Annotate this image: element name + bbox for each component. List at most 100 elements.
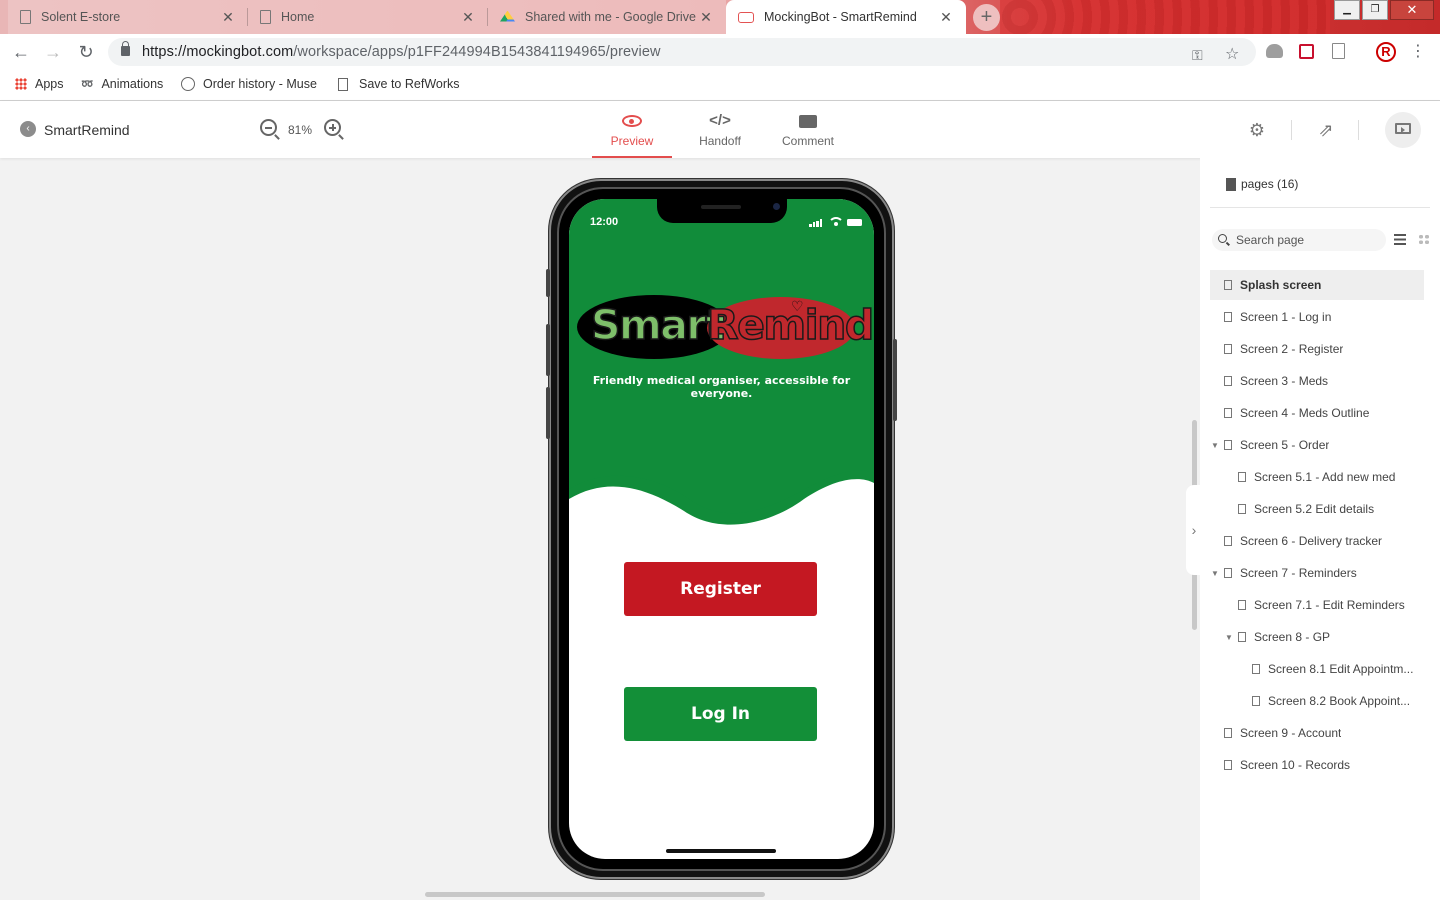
bookmarks-bar: Apps ➿ Animations Order history - Muse S… bbox=[0, 70, 1440, 101]
new-tab-button[interactable]: + bbox=[973, 4, 1000, 31]
tab-home[interactable]: Home ✕ bbox=[248, 0, 488, 34]
list-view-icon[interactable] bbox=[1394, 234, 1406, 245]
search-input[interactable] bbox=[1236, 231, 1381, 249]
speaker-grille bbox=[701, 205, 741, 209]
close-icon[interactable]: ✕ bbox=[460, 9, 476, 26]
tab-google-drive[interactable]: Shared with me - Google Drive ✕ bbox=[488, 0, 726, 34]
caret-down-icon[interactable]: ▼ bbox=[1224, 633, 1234, 642]
page-label: Screen 1 - Log in bbox=[1240, 310, 1332, 324]
page-list-item[interactable]: Screen 4 - Meds Outline bbox=[1210, 398, 1424, 428]
page-doc-icon bbox=[1238, 632, 1246, 642]
page-list-item[interactable]: Screen 6 - Delivery tracker bbox=[1210, 526, 1424, 556]
tab-preview[interactable]: Preview bbox=[592, 101, 672, 158]
signal-icon bbox=[809, 219, 822, 227]
page-list-item[interactable]: Screen 3 - Meds bbox=[1210, 366, 1424, 396]
zoom-in-icon[interactable] bbox=[324, 119, 341, 136]
wave-divider bbox=[569, 469, 874, 549]
back-arrow-icon[interactable]: ← bbox=[10, 41, 32, 63]
page-extension-icon[interactable] bbox=[1332, 43, 1345, 59]
register-button[interactable]: Register bbox=[624, 562, 817, 616]
close-icon[interactable]: ✕ bbox=[698, 9, 714, 26]
bookmark-apps[interactable]: Apps bbox=[15, 77, 64, 91]
muse-icon bbox=[181, 77, 195, 91]
volume-up-button bbox=[546, 324, 550, 376]
phone-frame: 12:00 Smart Remind ♡ Friendly medical or… bbox=[546, 179, 897, 879]
back-chevron-icon[interactable]: ‹ bbox=[20, 121, 36, 137]
grid-view-icon[interactable] bbox=[1418, 234, 1430, 245]
status-time: 12:00 bbox=[590, 216, 619, 228]
page-doc-icon bbox=[1224, 376, 1232, 386]
profile-avatar[interactable]: R bbox=[1376, 42, 1396, 62]
horizontal-scrollbar[interactable] bbox=[425, 892, 765, 897]
tab-solent-estore[interactable]: Solent E-store ✕ bbox=[8, 0, 248, 34]
window-close-button[interactable]: ✕ bbox=[1390, 0, 1434, 20]
pocket-extension-icon[interactable] bbox=[1299, 44, 1314, 59]
comment-icon bbox=[768, 112, 848, 130]
pages-panel: pages (16) Splash screen Screen 1 - Log i… bbox=[1200, 158, 1440, 900]
search-page-box[interactable] bbox=[1212, 229, 1386, 251]
page-label: Screen 7.1 - Edit Reminders bbox=[1254, 598, 1405, 612]
doc-icon bbox=[260, 10, 271, 24]
gear-icon[interactable]: ⚙ bbox=[1246, 119, 1268, 141]
page-label: Screen 8.2 Book Appoint... bbox=[1268, 694, 1411, 708]
minimize-button[interactable]: ▁ bbox=[1334, 0, 1360, 20]
key-icon[interactable]: ⚿ bbox=[1192, 47, 1203, 64]
restore-button[interactable]: ❐ bbox=[1362, 0, 1388, 20]
pages-header: pages (16) bbox=[1226, 177, 1298, 191]
forward-arrow-icon[interactable]: → bbox=[42, 41, 64, 63]
tab-comment[interactable]: Comment bbox=[768, 101, 848, 158]
tab-handoff[interactable]: </> Handoff bbox=[680, 101, 760, 158]
close-icon[interactable]: ✕ bbox=[220, 9, 236, 26]
logo-word-remind: Remind bbox=[706, 300, 874, 350]
page-list-item[interactable]: Screen 7.1 - Edit Reminders bbox=[1210, 590, 1424, 620]
page-list-item[interactable]: ▼ Screen 8 - GP bbox=[1210, 622, 1424, 652]
login-button[interactable]: Log In bbox=[624, 687, 817, 741]
divider bbox=[1291, 120, 1292, 140]
bookmark-label: Animations bbox=[101, 77, 164, 91]
present-button[interactable] bbox=[1385, 112, 1421, 148]
tab-mockingbot[interactable]: MockingBot - SmartRemind ✕ bbox=[726, 0, 966, 34]
page-list-item[interactable]: ▼ Screen 7 - Reminders bbox=[1210, 558, 1424, 588]
tagline: Friendly medical organiser, accessible f… bbox=[592, 374, 851, 400]
page-list-item[interactable]: Screen 8.1 Edit Appointm... bbox=[1210, 654, 1424, 684]
wifi-icon bbox=[830, 217, 842, 226]
battery-icon bbox=[847, 219, 862, 226]
bookmark-animations[interactable]: ➿ Animations bbox=[81, 77, 163, 91]
bookmark-refworks[interactable]: Save to RefWorks bbox=[338, 77, 460, 91]
page-doc-icon bbox=[1224, 344, 1232, 354]
page-doc-icon bbox=[1252, 696, 1260, 706]
phone-notch bbox=[657, 199, 787, 223]
page-doc-icon bbox=[1224, 536, 1232, 546]
page-list-item[interactable]: Screen 1 - Log in bbox=[1210, 302, 1424, 332]
page-doc-icon bbox=[1224, 568, 1232, 578]
project-name[interactable]: SmartRemind bbox=[44, 122, 130, 138]
page-list-item[interactable]: Screen 2 - Register bbox=[1210, 334, 1424, 364]
tab-title: Solent E-store bbox=[41, 10, 121, 24]
page-list-item[interactable]: ▼ Screen 5 - Order bbox=[1210, 430, 1424, 460]
power-button bbox=[893, 339, 897, 421]
page-list-item[interactable]: Splash screen bbox=[1210, 270, 1424, 300]
caret-down-icon[interactable]: ▼ bbox=[1210, 569, 1220, 578]
page-doc-icon bbox=[1224, 408, 1232, 418]
page-list-item[interactable]: Screen 5.2 Edit details bbox=[1210, 494, 1424, 524]
page-list-item[interactable]: Screen 9 - Account bbox=[1210, 718, 1424, 748]
star-icon[interactable]: ☆ bbox=[1225, 44, 1239, 64]
bookmark-order-history[interactable]: Order history - Muse bbox=[181, 77, 317, 91]
caret-down-icon[interactable]: ▼ bbox=[1210, 441, 1220, 450]
page-list-item[interactable]: Screen 5.1 - Add new med bbox=[1210, 462, 1424, 492]
page-list-item[interactable]: Screen 8.2 Book Appoint... bbox=[1210, 686, 1424, 716]
menu-kebab-icon[interactable]: ⋮ bbox=[1407, 41, 1429, 63]
page-list-item[interactable]: Screen 10 - Records bbox=[1210, 750, 1424, 780]
url-input[interactable]: https://mockingbot.com/workspace/apps/p1… bbox=[108, 38, 1256, 66]
lock-icon bbox=[121, 41, 130, 56]
zoom-out-icon[interactable] bbox=[260, 119, 277, 136]
cloud-extension-icon[interactable] bbox=[1266, 44, 1283, 58]
page-doc-icon bbox=[1224, 312, 1232, 322]
page-doc-icon bbox=[1238, 600, 1246, 610]
volume-down-button bbox=[546, 387, 550, 439]
page-label: Screen 5.1 - Add new med bbox=[1254, 470, 1396, 484]
page-doc-icon bbox=[1224, 728, 1232, 738]
reload-icon[interactable]: ↻ bbox=[75, 41, 97, 63]
close-icon[interactable]: ✕ bbox=[938, 9, 954, 26]
share-icon[interactable]: ⇗ bbox=[1315, 119, 1337, 141]
